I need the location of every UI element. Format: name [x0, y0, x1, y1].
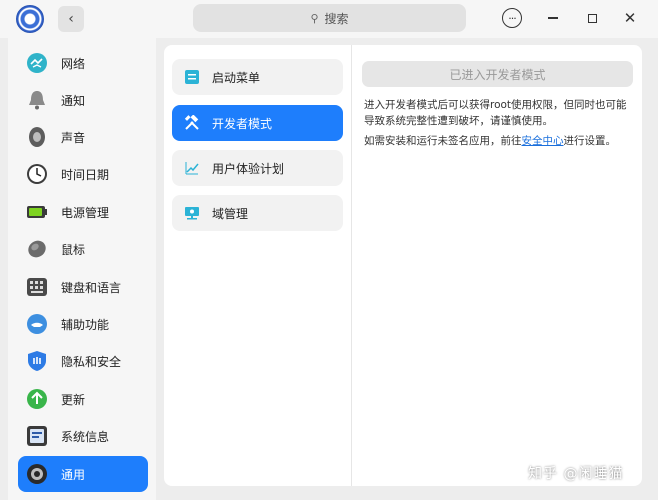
search-input[interactable]: ⚲ 搜索 [193, 4, 466, 32]
update-icon [26, 388, 48, 410]
sidebar-item-mouse[interactable]: 鼠标 [18, 231, 148, 267]
sub-item-developer-mode[interactable]: 开发者模式 [172, 105, 343, 141]
title-bar: ‹ ⚲ 搜索 ··· ✕ [0, 0, 658, 38]
system-info-icon [26, 425, 48, 447]
sub-item-label: 域管理 [212, 206, 249, 221]
sidebar-item-label: 隐私和安全 [61, 354, 122, 369]
mouse-icon [26, 238, 48, 260]
sidebar-item-update[interactable]: 更新 [18, 381, 148, 417]
security-center-link[interactable]: 安全中心 [522, 135, 564, 147]
sidebar-item-network[interactable]: 网络 [18, 45, 148, 81]
main-menu-button[interactable]: ··· [502, 8, 522, 28]
sidebar-item-sound[interactable]: 声音 [18, 119, 148, 155]
sub-item-label: 开发者模式 [212, 116, 273, 131]
keyboard-icon [26, 276, 48, 298]
sidebar-item-label: 通用 [61, 467, 86, 482]
sidebar-item-label: 键盘和语言 [61, 280, 122, 295]
close-icon: ✕ [623, 9, 637, 27]
back-button[interactable]: ‹ [58, 6, 84, 32]
clock-icon [26, 163, 48, 185]
sidebar-item-label: 网络 [61, 56, 86, 71]
maximize-button[interactable] [582, 8, 602, 28]
sidebar-item-system-info[interactable]: 系统信息 [18, 418, 148, 454]
general-icon [26, 463, 48, 485]
minimize-icon [548, 17, 558, 19]
battery-icon [26, 201, 48, 223]
search-label: 搜索 [324, 11, 349, 26]
sub-item-boot-menu[interactable]: 启动菜单 [172, 59, 343, 95]
sidebar-item-general[interactable]: 通用 [18, 456, 148, 492]
search-icon: ⚲ [310, 11, 319, 25]
maximize-icon [587, 13, 597, 23]
sidebar-item-label: 系统信息 [61, 429, 110, 444]
sidebar-item-power[interactable]: 电源管理 [18, 194, 148, 230]
sidebar-item-datetime[interactable]: 时间日期 [18, 156, 148, 192]
sub-menu-panel: 启动菜单 开发者模式 用户体验计划 域管理 [164, 45, 351, 486]
unsigned-app-note: 如需安装和运行未签名应用，前往安全中心进行设置。 [364, 133, 636, 149]
accessibility-icon [26, 313, 48, 335]
speaker-icon [26, 126, 48, 148]
app-logo-icon [16, 5, 44, 33]
sidebar: 网络 通知 声音 时间日期 电源管理 鼠标 键盘和语言 辅助功能 隐私和安全 更… [8, 38, 156, 500]
developer-mode-panel: 已进入开发者模式 进入开发者模式后可以获得root使用权限，但同时也可能导致系统… [352, 45, 642, 486]
sidebar-item-keyboard[interactable]: 键盘和语言 [18, 269, 148, 305]
sidebar-item-label: 声音 [61, 130, 86, 145]
domain-icon [184, 205, 200, 221]
enter-developer-mode-button[interactable]: 已进入开发者模式 [362, 61, 633, 87]
sub-item-domain[interactable]: 域管理 [172, 195, 343, 231]
minimize-button[interactable] [543, 8, 563, 28]
sidebar-item-label: 时间日期 [61, 167, 110, 182]
sidebar-item-label: 鼠标 [61, 242, 86, 257]
close-button[interactable]: ✕ [620, 8, 640, 28]
sidebar-item-notification[interactable]: 通知 [18, 82, 148, 118]
sub-item-label: 启动菜单 [212, 70, 261, 85]
shield-icon [26, 350, 48, 372]
sidebar-item-accessibility[interactable]: 辅助功能 [18, 306, 148, 342]
sub-item-label: 用户体验计划 [212, 161, 285, 176]
sidebar-item-label: 更新 [61, 392, 86, 407]
boot-menu-icon [184, 69, 200, 85]
note-suffix: 进行设置。 [563, 135, 617, 147]
sidebar-item-label: 辅助功能 [61, 317, 110, 332]
sub-item-user-experience[interactable]: 用户体验计划 [172, 150, 343, 186]
note-prefix: 如需安装和运行未签名应用，前往 [364, 135, 522, 147]
network-icon [26, 52, 48, 74]
chevron-left-icon: ‹ [68, 11, 74, 27]
sidebar-item-privacy[interactable]: 隐私和安全 [18, 343, 148, 379]
chart-icon [184, 160, 200, 176]
watermark: 知乎 @闲睡猫 [528, 466, 624, 482]
more-icon: ··· [508, 11, 516, 25]
bell-icon [26, 89, 48, 111]
sidebar-item-label: 电源管理 [61, 205, 110, 220]
sidebar-item-label: 通知 [61, 93, 86, 108]
tools-icon [184, 115, 200, 131]
developer-mode-description: 进入开发者模式后可以获得root使用权限，但同时也可能导致系统完整性遭到破坏，请… [364, 99, 627, 127]
